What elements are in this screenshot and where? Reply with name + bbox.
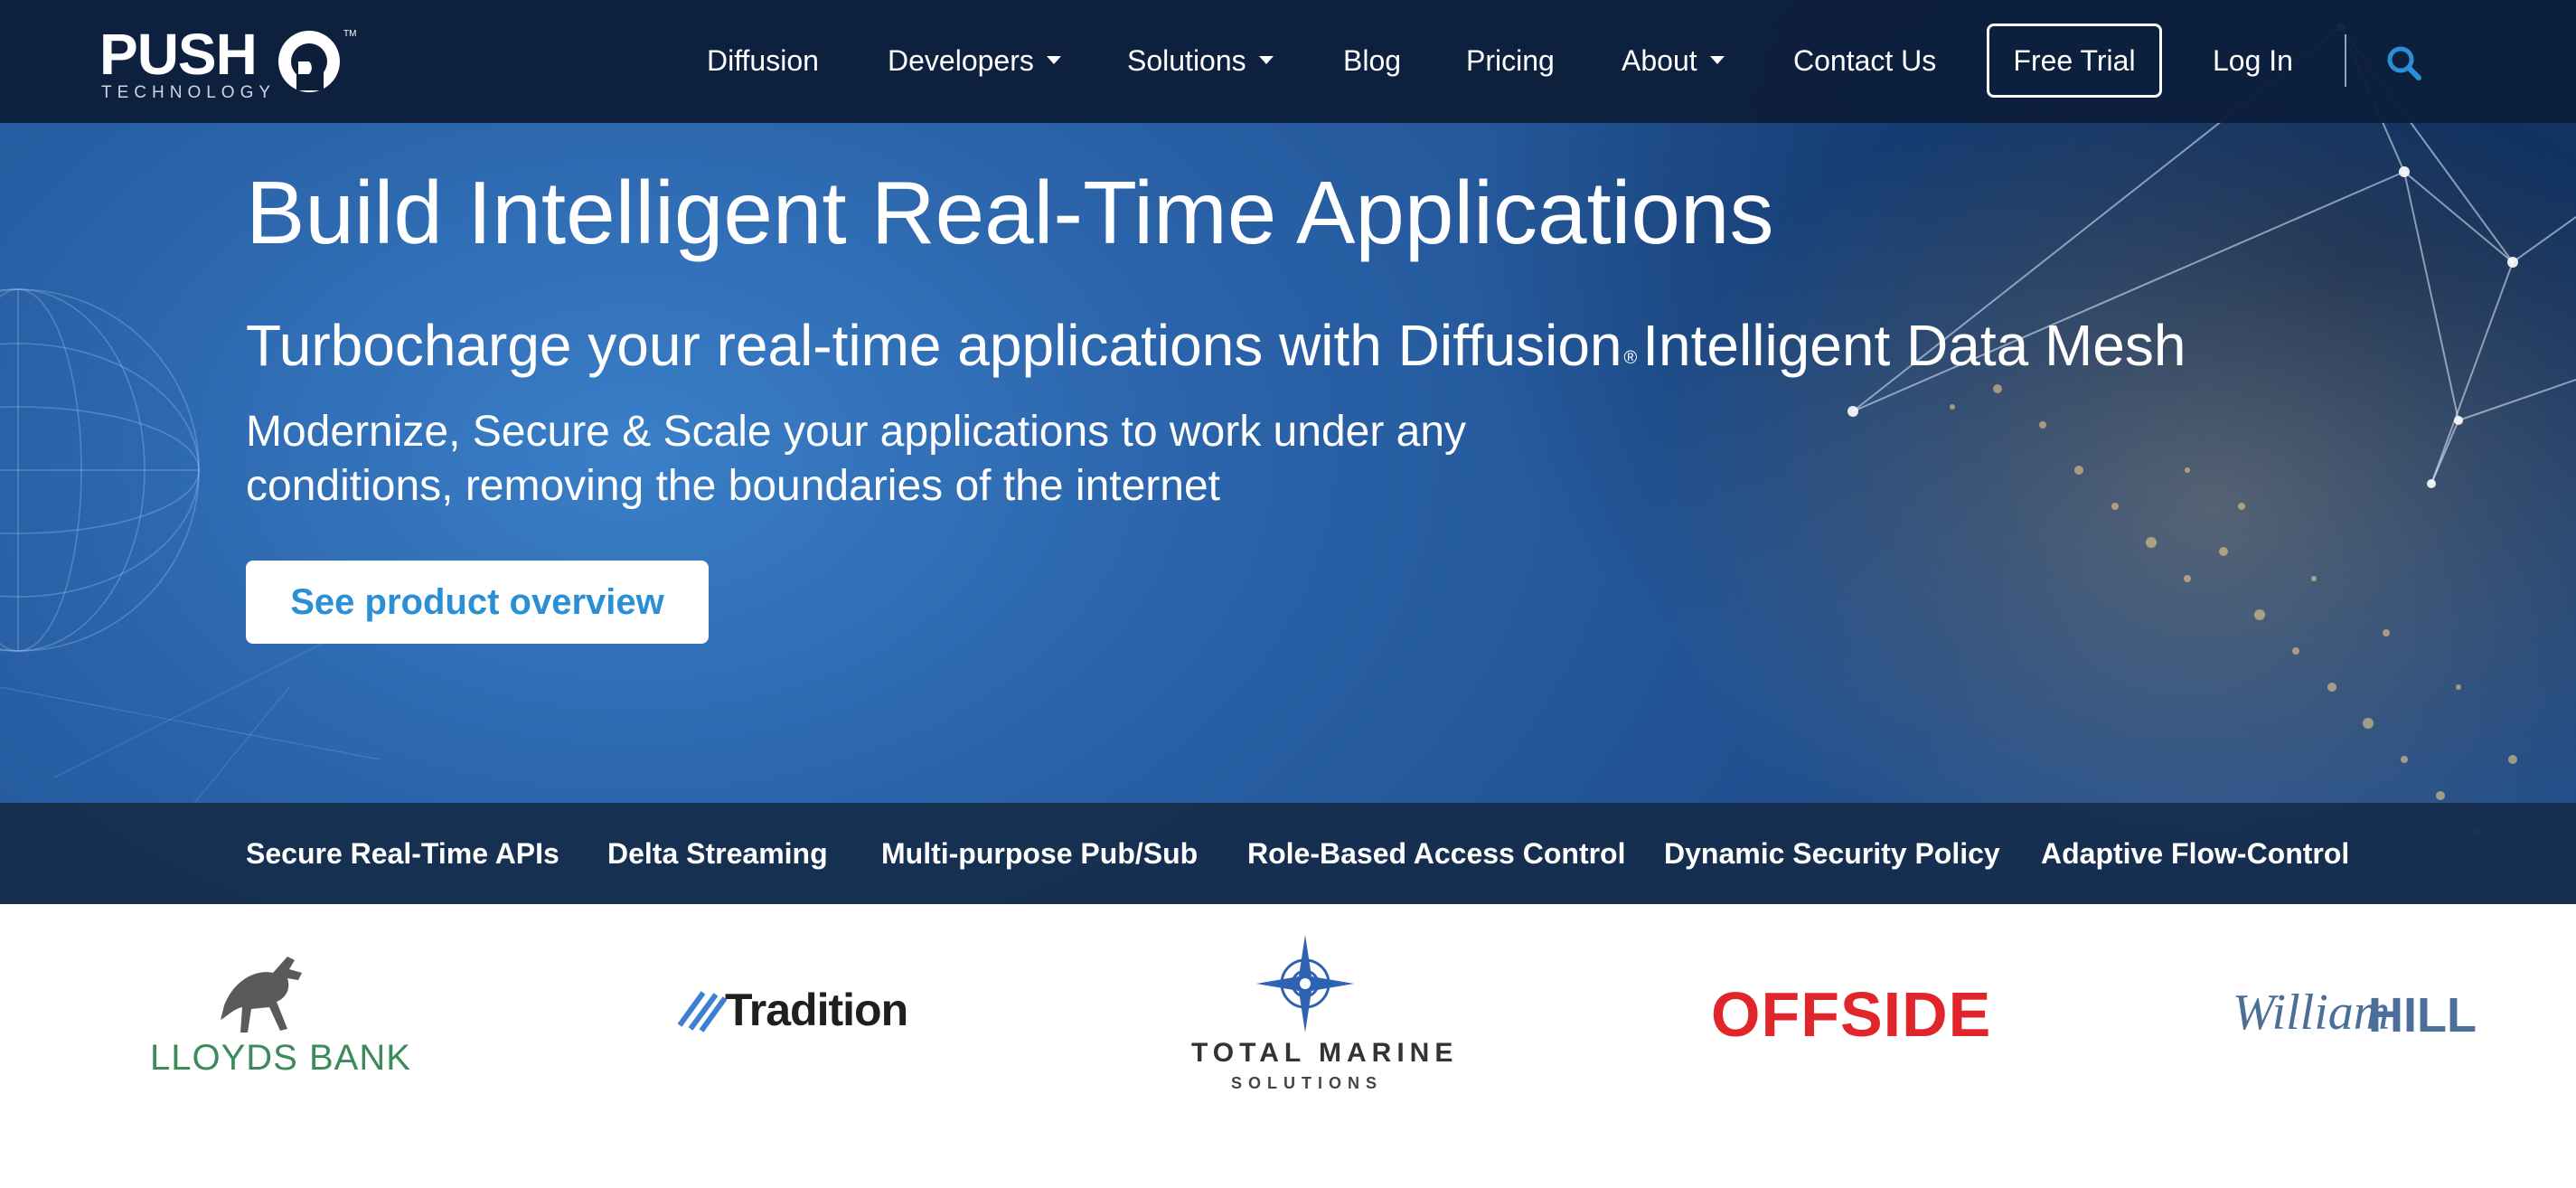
feature-delta-streaming[interactable]: Delta Streaming [607,830,828,877]
nav-pricing[interactable]: Pricing [1466,38,1555,83]
hero-tagline: Modernize, Secure & Scale your applicati… [246,408,1467,510]
login-label: Log In [2213,44,2293,77]
subhead-text-pre: Turbocharge your real-time applications … [246,313,1622,378]
registered-mark: ® [1623,348,1638,368]
tradition-logo [633,904,1012,1188]
feature-security-policy[interactable]: Dynamic Security Policy [1664,830,2000,877]
nav-solutions[interactable]: Solutions [1127,38,1274,83]
total-marine-wordmark: TOTAL MARINE [1191,1038,1459,1068]
push-technology-logo[interactable]: PUSH TECHNOLOGY TM [99,20,371,103]
nav-about[interactable]: About [1622,38,1725,83]
caret-down-icon [1046,56,1061,65]
subhead-text-post: Intelligent Data Mesh [1642,313,2186,378]
feature-rbac[interactable]: Role-Based Access Control [1247,830,1625,877]
trademark-mark: TM [343,29,356,39]
tradition-wordmark: Tradition [725,985,908,1035]
offside-logo: OFFSIDE [1711,979,1992,1050]
tradition-stripes-icon [677,991,727,1032]
nav-solutions-label: Solutions [1127,44,1246,77]
total-marine-subtitle: SOLUTIONS [1231,1074,1384,1092]
lloyds-bank-wordmark: LLOYDS BANK [150,1038,411,1078]
search-icon[interactable] [2384,43,2424,83]
nav-contact-label: Contact Us [1793,44,1937,77]
nav-developers[interactable]: Developers [888,38,1061,83]
black-horse-icon [221,957,302,1032]
lloyds-bank-logo: LLOYDS BANK [0,904,470,1188]
nav-developers-label: Developers [888,44,1034,77]
feature-flow-control[interactable]: Adaptive Flow-Control [2041,830,2349,877]
nav-contact-us[interactable]: Contact Us [1793,38,1936,83]
nav-pricing-label: Pricing [1466,44,1555,77]
hero-subheading: Turbocharge your real-time applications … [246,307,2186,383]
nav-about-label: About [1622,44,1697,77]
top-navbar: PUSH TECHNOLOGY TM Diffusion Developers … [0,0,2576,123]
nav-diffusion-label: Diffusion [707,44,819,77]
login-link[interactable]: Log In [2213,38,2293,83]
logo-wordmark: PUSH [99,22,258,87]
see-product-overview-button[interactable]: See product overview [246,561,709,644]
free-trial-button[interactable]: Free Trial [1987,24,2162,98]
nav-diffusion[interactable]: Diffusion [707,38,819,83]
william-hill-wordmark: HILL [2368,988,2477,1042]
compass-star-icon [1256,935,1354,1032]
push-logo-icon: TM [278,29,356,92]
nav-blog[interactable]: Blog [1343,38,1401,83]
customer-logos-strip: LLOYDS BANK Tradition TOTAL MARINE SOLUT… [0,904,2576,1188]
caret-down-icon [1709,56,1725,65]
nav-blog-label: Blog [1343,44,1402,77]
logo-subtitle: TECHNOLOGY [101,83,277,102]
feature-secure-apis[interactable]: Secure Real-Time APIs [246,830,559,877]
hero-headline: Build Intelligent Real-Time Applications [246,163,1774,262]
feature-bar: Secure Real-Time APIs Delta Streaming Mu… [0,803,2576,904]
nav-divider [2345,34,2346,87]
caret-down-icon [1258,56,1274,65]
william-hill-script: William [2233,985,2391,1041]
feature-pub-sub[interactable]: Multi-purpose Pub/Sub [881,830,1198,877]
